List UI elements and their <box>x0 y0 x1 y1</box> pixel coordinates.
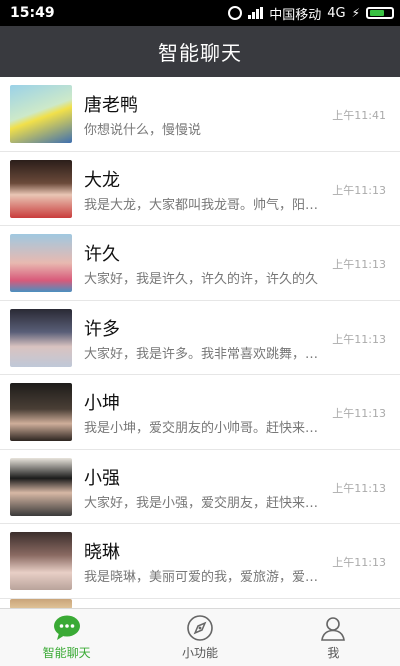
chat-time: 上午11:13 <box>332 332 386 346</box>
battery-icon <box>366 7 394 19</box>
avatar <box>10 598 72 608</box>
tab-small-functions[interactable]: 小功能 <box>133 609 266 666</box>
chat-last-message: 我是小坤，爱交朋友的小帅哥。赶快来找我聊天吧 <box>84 421 328 436</box>
signal-icon <box>248 7 264 19</box>
chat-name: 大龙 <box>84 169 120 191</box>
chat-item-xiao-kun[interactable]: 小坤 我是小坤，爱交朋友的小帅哥。赶快来找我聊天吧 上午11:13 <box>0 375 400 450</box>
chat-time: 上午11:41 <box>332 109 386 122</box>
avatar <box>10 85 72 143</box>
chat-item-xiao-qiang[interactable]: 小强 大家好，我是小强，爱交朋友，赶快来找我吧 上午11:13 <box>0 450 400 524</box>
status-bar: 15:49 中国移动 4G ⚡ <box>0 0 400 26</box>
chat-time: 上午11:13 <box>332 183 386 197</box>
tab-smart-chat[interactable]: 智能聊天 <box>0 609 133 666</box>
chat-item-da-long[interactable]: 大龙 我是大龙，大家都叫我龙哥。帅气，阳光，有型 上午11:13 <box>0 152 400 226</box>
status-icons: 中国移动 4G ⚡ <box>228 4 394 23</box>
avatar <box>10 308 72 367</box>
chat-name: 许多 <box>84 318 120 340</box>
charging-icon: ⚡ <box>351 6 360 20</box>
chat-time: 上午11:13 <box>332 556 386 569</box>
chat-item-tang-lao-ya[interactable]: 唐老鸭 你想说什么，慢慢说 上午11:41 <box>0 77 400 152</box>
compass-icon <box>186 614 214 642</box>
tab-label: 小功能 <box>181 646 218 660</box>
chat-name: 小强 <box>84 467 120 489</box>
user-icon <box>319 614 347 642</box>
header-bar: 智能聊天 <box>0 26 400 77</box>
chat-last-message: 大家好，我是许多。我非常喜欢跳舞，唱歌 <box>84 346 328 362</box>
chat-last-message: 大家好，我是小强，爱交朋友，赶快来找我吧 <box>84 495 328 511</box>
avatar <box>10 234 72 292</box>
chat-item-partial[interactable] <box>0 598 400 608</box>
tab-label: 我 <box>327 646 340 660</box>
avatar <box>10 457 72 516</box>
chat-item-xu-duo[interactable]: 许多 大家好，我是许多。我非常喜欢跳舞，唱歌 上午11:13 <box>0 301 400 375</box>
chat-last-message: 我是晓琳，美丽可爱的我，爱旅游，爱生活 <box>84 570 328 585</box>
chat-name: 晓琳 <box>84 542 120 563</box>
alarm-icon <box>228 6 243 20</box>
chat-time: 上午11:13 <box>332 481 386 495</box>
chat-list[interactable]: 唐老鸭 你想说什么，慢慢说 上午11:41 大龙 我是大龙，大家都叫我龙哥。帅气… <box>0 77 400 608</box>
tab-me[interactable]: 我 <box>267 609 400 666</box>
avatar <box>10 159 72 218</box>
avatar <box>10 383 72 441</box>
chat-last-message: 大家好，我是许久，许久的许，许久的久 <box>84 272 319 287</box>
page-title: 智能聊天 <box>158 41 242 65</box>
status-time: 15:49 <box>10 5 55 21</box>
avatar <box>10 532 72 590</box>
chat-name: 许久 <box>84 244 120 265</box>
chat-name: 唐老鸭 <box>84 95 138 116</box>
chat-name: 小坤 <box>84 393 120 414</box>
chat-time: 上午11:13 <box>332 407 386 420</box>
network-label: 4G <box>327 5 346 21</box>
chat-bubble-icon <box>53 614 81 642</box>
chat-item-xu-jiu[interactable]: 许久 大家好，我是许久，许久的许，许久的久 上午11:13 <box>0 226 400 301</box>
bottom-tab-bar: 智能聊天 小功能 我 <box>0 608 400 666</box>
chat-last-message: 我是大龙，大家都叫我龙哥。帅气，阳光，有型 <box>84 197 328 213</box>
carrier-label: 中国移动 <box>269 7 322 23</box>
chat-time: 上午11:13 <box>332 258 386 271</box>
chat-last-message: 你想说什么，慢慢说 <box>84 123 202 138</box>
tab-label: 智能聊天 <box>42 646 91 660</box>
chat-item-xiao-lin[interactable]: 晓琳 我是晓琳，美丽可爱的我，爱旅游，爱生活 上午11:13 <box>0 524 400 599</box>
